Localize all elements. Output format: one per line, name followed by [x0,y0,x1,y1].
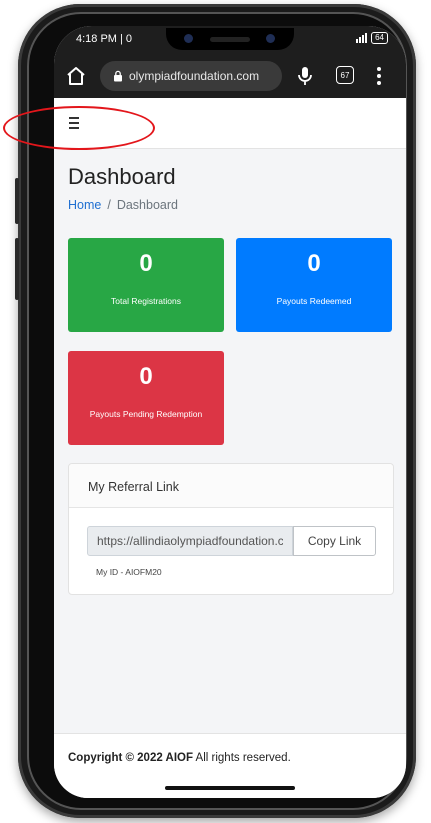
volume-button [15,178,19,224]
browser-chrome: 4:18 PM | 0 64 olympiadfoundation.com 67 [54,26,406,98]
referral-card: My Referral Link Copy Link My ID - AIOFM… [68,463,394,595]
page-footer: Copyright © 2022 AIOF All rights reserve… [54,733,406,784]
footer-copyright-strong: Copyright © 2022 AIOF [68,752,193,764]
stat-value: 0 [139,363,153,390]
breadcrumb: Home / Dashboard [68,198,178,212]
home-indicator[interactable] [165,786,295,790]
battery-icon: 64 [371,32,388,44]
status-indicators: 64 [356,32,388,44]
footer-copyright: Copyright © 2022 AIOF All rights reserve… [68,752,291,764]
camera-notch [166,28,294,50]
referral-link-input[interactable] [87,526,293,556]
address-bar-row: olympiadfoundation.com 67 [54,56,406,96]
copy-link-button[interactable]: Copy Link [293,526,376,556]
url-text: olympiadfoundation.com [129,69,260,83]
camera-icon [266,34,275,43]
mic-icon[interactable] [294,64,316,88]
highlight-ellipse [3,106,155,150]
status-time: 4:18 PM | 0 [76,33,133,45]
stat-card-total-registrations[interactable]: 0 Total Registrations [68,238,224,332]
url-bar[interactable]: olympiadfoundation.com [100,61,282,91]
lock-icon [114,70,122,82]
stat-label: Payouts Redeemed [276,296,352,306]
overflow-menu-icon[interactable] [374,65,384,87]
breadcrumb-separator: / [107,198,111,212]
stat-card-payouts-pending[interactable]: 0 Payouts Pending Redemption [68,351,224,445]
stat-card-payouts-redeemed[interactable]: 0 Payouts Redeemed [236,238,392,332]
stat-value: 0 [139,250,153,277]
footer-rights: All rights reserved. [195,752,291,764]
stat-value: 0 [307,250,321,277]
home-icon[interactable] [64,64,88,88]
stat-label: Total Registrations [111,296,181,306]
page-title: Dashboard [68,164,176,189]
breadcrumb-current: Dashboard [116,198,178,212]
camera-icon [184,34,193,43]
signal-icon [356,33,368,43]
stat-label: Payouts Pending Redemption [89,409,203,419]
referral-card-title: My Referral Link [88,480,179,494]
volume-button [15,238,19,300]
tabs-icon[interactable]: 67 [336,66,354,84]
speaker-grille [210,37,250,42]
gesture-bar-area [54,783,406,798]
breadcrumb-home-link[interactable]: Home [68,198,101,212]
my-id-text: My ID - AIOFM20 [96,567,162,577]
